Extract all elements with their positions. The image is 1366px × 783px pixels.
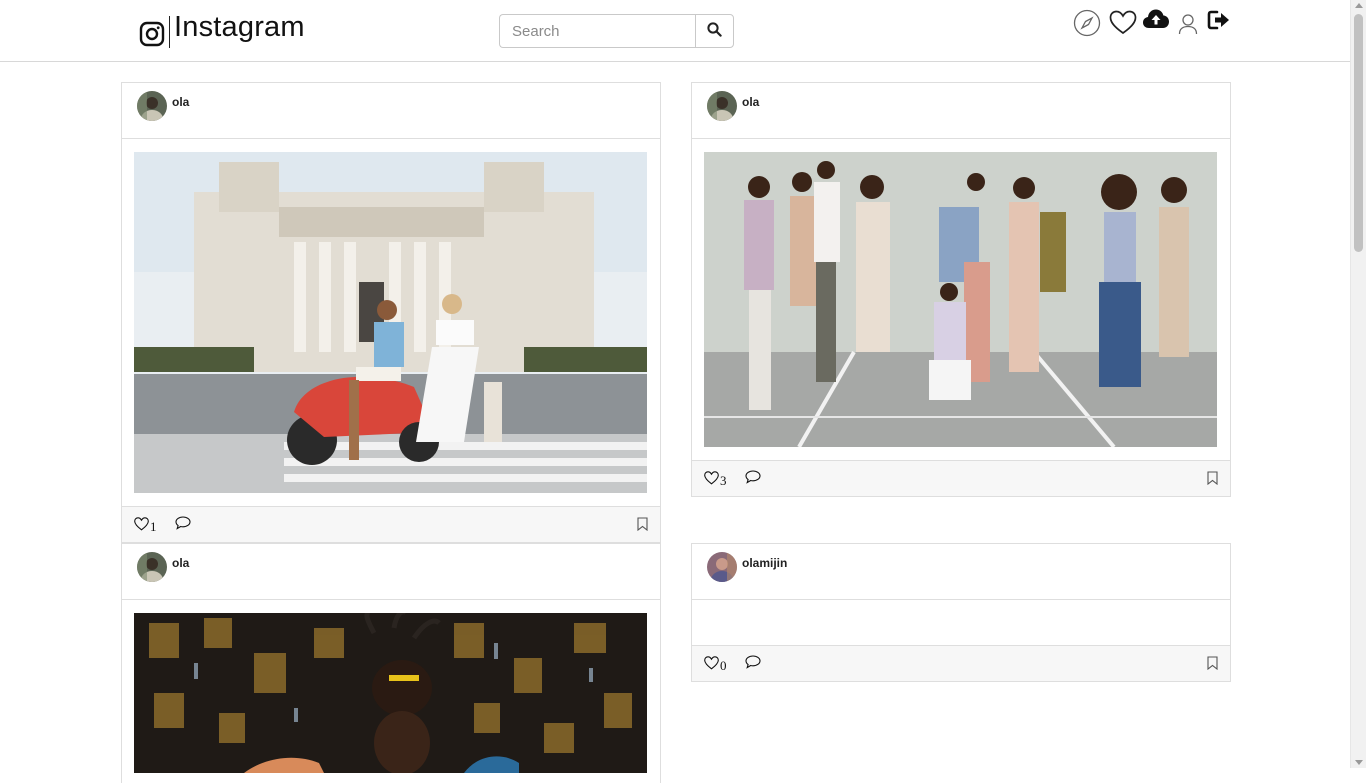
page-scrollbar[interactable] [1350,0,1366,768]
post-image[interactable] [704,152,1217,447]
post-username[interactable]: ola [172,556,189,570]
post-actions: 1 [122,506,660,542]
avatar[interactable] [137,552,167,582]
search-bar [499,14,734,48]
search-input[interactable] [499,14,695,48]
like-count: 3 [720,472,727,488]
bookmark-icon[interactable] [637,517,648,536]
post-header: olamijin [692,544,1230,600]
search-button[interactable] [695,14,734,48]
scrollbar-thumb[interactable] [1354,14,1363,252]
heart-icon [704,471,719,490]
post-username[interactable]: ola [742,95,759,109]
post-body [122,139,660,507]
post-body [692,600,1230,646]
like-count: 1 [150,518,157,534]
sign-out-icon[interactable] [1206,8,1232,32]
comment-icon[interactable] [745,470,761,489]
like-button[interactable]: 1 [134,517,157,536]
like-button[interactable]: 0 [704,656,727,675]
post-actions: 3 [692,460,1230,496]
post-body [122,600,660,780]
post-card: ola [691,82,1231,497]
post-header: ola [122,83,660,139]
heart-icon [704,656,719,675]
like-count: 0 [720,657,727,673]
post-card: olamijin 0 [691,543,1231,682]
post-image[interactable] [134,152,647,493]
brand[interactable]: Instagram [139,10,305,50]
instagram-logo-icon [139,21,165,47]
bookmark-icon[interactable] [1207,471,1218,490]
post-body [692,139,1230,461]
avatar[interactable] [707,552,737,582]
cloud-upload-icon[interactable] [1142,6,1170,32]
compass-icon[interactable] [1072,8,1102,38]
post-header: ola [692,83,1230,139]
brand-divider [169,16,170,48]
top-navbar: Instagram [0,0,1350,62]
post-image[interactable] [134,613,647,773]
brand-title[interactable]: Instagram [174,11,305,44]
bookmark-icon[interactable] [1207,656,1218,675]
post-username[interactable]: olamijin [742,556,787,570]
scroll-up-arrow[interactable] [1355,3,1363,8]
comment-icon[interactable] [175,516,191,535]
post-card: ola [121,543,661,783]
post-card: ola [121,82,661,543]
scroll-down-arrow[interactable] [1355,760,1363,765]
post-header: ola [122,544,660,600]
like-button[interactable]: 3 [704,471,727,490]
post-username[interactable]: ola [172,95,189,109]
user-icon[interactable] [1178,12,1198,36]
post-actions: 0 [692,645,1230,681]
avatar[interactable] [707,91,737,121]
comment-icon[interactable] [745,655,761,674]
heart-icon[interactable] [1108,8,1138,38]
avatar[interactable] [137,91,167,121]
heart-icon [134,517,149,536]
search-icon [707,22,722,40]
